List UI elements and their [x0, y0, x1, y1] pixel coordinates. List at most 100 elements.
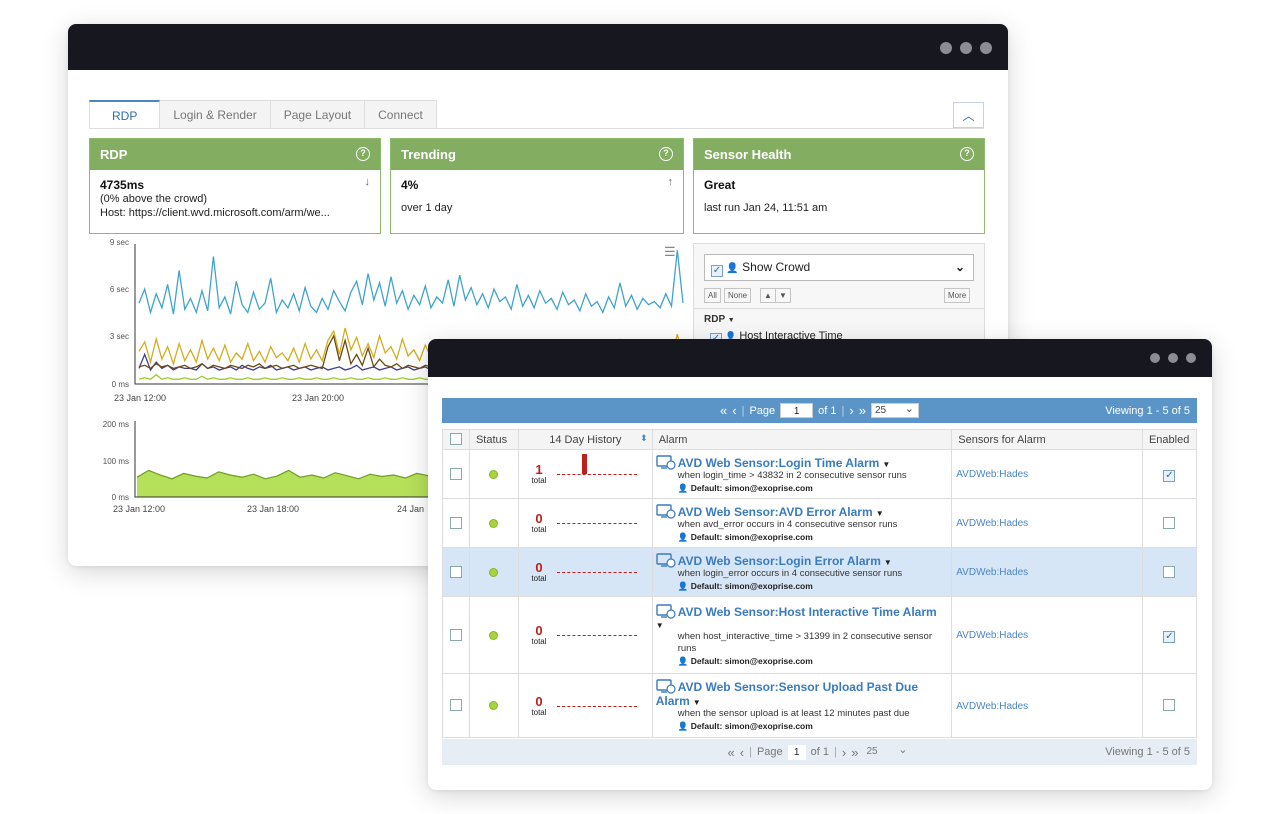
sensors-header[interactable]: Sensors for Alarm [951, 429, 1143, 450]
status-header[interactable]: Status [468, 429, 519, 450]
row-select-cell [442, 673, 470, 738]
alarm-title-link[interactable]: AVD Web Sensor:Login Error Alarm [678, 554, 881, 568]
sensor-link[interactable]: AVDWeb:Hades [952, 518, 1028, 529]
row-checkbox[interactable] [450, 467, 462, 480]
enabled-cell [1141, 547, 1198, 597]
history-sparkline [556, 635, 637, 636]
metric-tabs: RDP Login & Render Page Layout Connect [89, 100, 437, 129]
status-cell [468, 449, 519, 499]
alarms-window: « ‹ | Page 1 of 1 | › » 25 Viewing 1 - 5… [428, 339, 1212, 790]
window-dot-icon[interactable] [940, 42, 952, 54]
sensor-link[interactable]: AVDWeb:Hades [952, 701, 1028, 712]
caret-down-icon: ▼ [727, 317, 735, 324]
row-checkbox[interactable] [450, 516, 462, 529]
enabled-cell: ✓ [1141, 449, 1198, 499]
help-icon[interactable]: ? [960, 147, 974, 161]
page-size-select[interactable]: 25 [870, 402, 919, 418]
sensor-health-card: Sensor Health? Great last run Jan 24, 11… [693, 138, 985, 234]
enabled-checkbox[interactable]: ✓ [1163, 630, 1176, 643]
sensor-link[interactable]: AVDWeb:Hades [952, 567, 1028, 578]
window-controls [1150, 353, 1196, 363]
table-row[interactable]: 0 total AVD Web Sensor:Sensor Upload Past … [442, 673, 1198, 738]
caret-down-icon[interactable]: ▼ [876, 509, 884, 518]
card-value: 4735ms ↓ [100, 176, 370, 192]
sensor-link[interactable]: AVDWeb:Hades [952, 469, 1028, 480]
tab-divider [89, 128, 984, 129]
collapse-button[interactable]: ︿ [953, 102, 984, 128]
select-all-button[interactable]: All [704, 288, 721, 303]
alarm-title-link[interactable]: AVD Web Sensor:AVD Error Alarm [678, 505, 873, 519]
sort-icon[interactable]: ⬍ [640, 433, 648, 444]
page-input[interactable]: 1 [780, 403, 814, 418]
caret-down-icon[interactable]: ▼ [882, 460, 890, 469]
caret-down-icon[interactable]: ▼ [884, 558, 892, 567]
tab-connect[interactable]: Connect [365, 100, 437, 129]
row-checkbox[interactable] [450, 565, 462, 578]
alarm-description: when avd_error occurs in 4 consecutive s… [677, 518, 898, 530]
help-icon[interactable]: ? [659, 147, 673, 161]
next-page-icon[interactable]: › [842, 745, 846, 760]
table-row[interactable]: 0 total AVD Web Sensor:AVD Error Alarm ▼ wh… [442, 498, 1198, 548]
legend-divider [694, 308, 984, 309]
checkbox-checked-icon[interactable]: ✓ [711, 265, 723, 277]
sensor-cell: AVDWeb:Hades [951, 596, 1143, 674]
enabled-checkbox[interactable] [1163, 516, 1176, 529]
window-dot-icon[interactable] [1186, 353, 1196, 363]
last-page-icon[interactable]: » [851, 745, 858, 760]
row-checkbox[interactable] [450, 628, 462, 641]
table-row[interactable]: 1 total AVD Web Sensor:Login Time Alarm ▼ w… [442, 449, 1198, 499]
prev-page-icon[interactable]: ‹ [740, 745, 744, 760]
history-sparkline [556, 705, 637, 707]
table-row[interactable]: 0 total AVD Web Sensor:Host Interactive Ti… [442, 596, 1198, 674]
enabled-checkbox[interactable]: ✓ [1163, 469, 1176, 482]
status-cell [468, 498, 519, 548]
prev-page-icon[interactable]: ‹ [732, 403, 736, 418]
show-crowd-select[interactable]: ✓ 👤 Show Crowd ⌄ [704, 254, 974, 281]
alarm-description: when login_time > 43832 in 2 consecutive… [677, 469, 907, 481]
tab-rdp[interactable]: RDP [89, 100, 161, 129]
first-page-icon[interactable]: « [720, 403, 727, 418]
enabled-checkbox[interactable] [1163, 565, 1176, 578]
caret-down-icon[interactable]: ▼ [693, 698, 701, 707]
sort-up-button[interactable]: ▲ [760, 288, 776, 303]
alarm-title-link[interactable]: AVD Web Sensor:Login Time Alarm [678, 456, 880, 470]
alarm-header[interactable]: Alarm [651, 429, 953, 450]
select-none-button[interactable]: None [724, 288, 752, 303]
enabled-header[interactable]: Enabled [1141, 429, 1198, 450]
status-cell [468, 673, 519, 738]
tab-page-layout[interactable]: Page Layout [270, 100, 366, 129]
enabled-checkbox[interactable] [1163, 699, 1176, 711]
status-dot-icon [489, 469, 499, 479]
page-label: Page [749, 404, 776, 417]
window-dot-icon[interactable] [980, 42, 992, 54]
alarm-cell: AVD Web Sensor:Host Interactive Time Ala… [651, 596, 953, 674]
page-input[interactable]: 1 [787, 744, 806, 760]
alarm-description: when the sensor upload is at least 12 mi… [677, 708, 910, 719]
first-page-icon[interactable]: « [728, 745, 735, 760]
select-all-checkbox[interactable] [450, 433, 462, 445]
legend-group[interactable]: RDP ▼ [704, 314, 735, 325]
history-sparkline [556, 523, 637, 524]
tab-login-render[interactable]: Login & Render [160, 100, 271, 129]
alarm-default: 👤 Default: simon@exoprise.com [677, 482, 813, 493]
page-size-select[interactable]: 25 [863, 743, 911, 760]
history-header[interactable]: 14 Day History ⬍ [517, 429, 653, 450]
status-dot-icon [489, 630, 499, 640]
window-dot-icon[interactable] [960, 42, 972, 54]
sort-down-button[interactable]: ▼ [775, 288, 791, 303]
monitor-alarm-icon [656, 454, 676, 470]
window-dot-icon[interactable] [1150, 353, 1160, 363]
history-total-label: total [531, 476, 547, 485]
sensor-link[interactable]: AVDWeb:Hades [952, 630, 1028, 641]
row-select-cell [442, 449, 470, 499]
help-icon[interactable]: ? [356, 147, 370, 161]
more-button[interactable]: More [944, 288, 971, 303]
row-checkbox[interactable] [450, 699, 462, 711]
viewing-label: Viewing 1 - 5 of 5 [1105, 746, 1190, 758]
alarm-title-link[interactable]: AVD Web Sensor:Host Interactive Time Ala… [678, 605, 937, 619]
caret-down-icon[interactable]: ▼ [656, 621, 664, 630]
table-row[interactable]: 0 total AVD Web Sensor:Login Error Alarm ▼… [442, 547, 1198, 597]
next-page-icon[interactable]: › [849, 403, 853, 418]
last-page-icon[interactable]: » [859, 403, 866, 418]
window-dot-icon[interactable] [1168, 353, 1178, 363]
